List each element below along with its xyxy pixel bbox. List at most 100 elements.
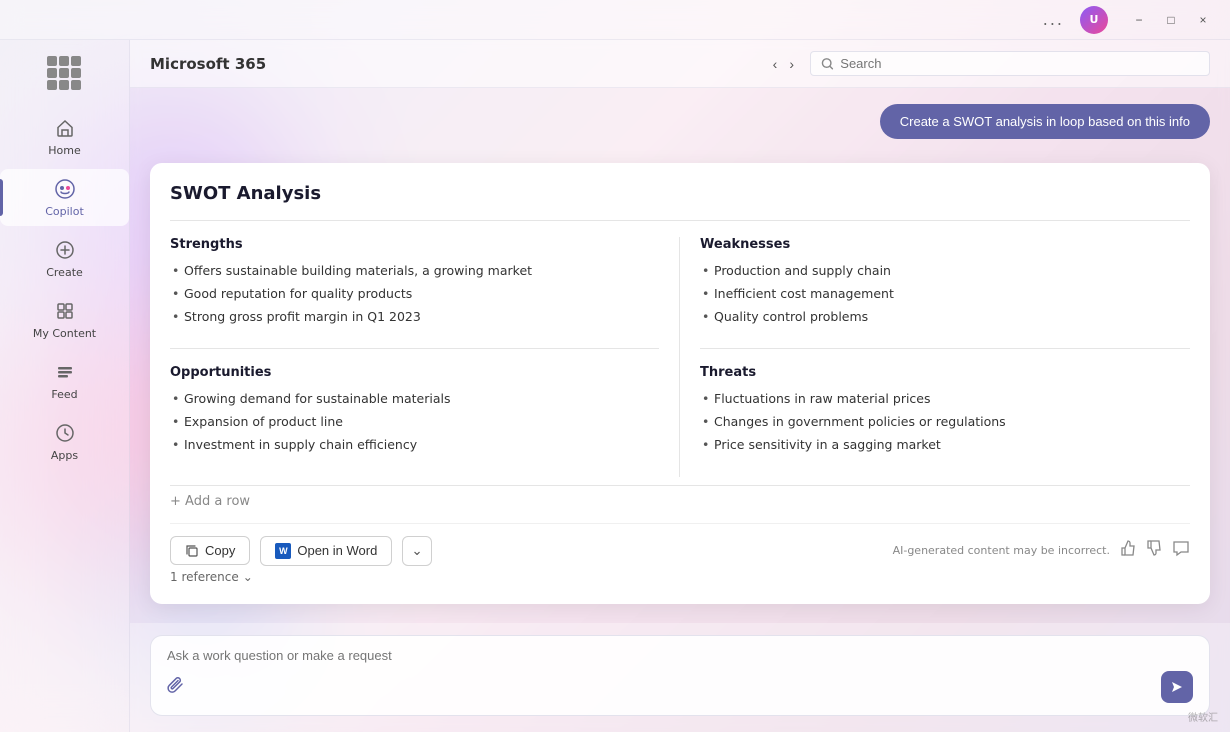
- window-chrome: ... U − □ ×: [0, 0, 1230, 40]
- threats-title: Threats: [700, 365, 1190, 380]
- swot-button-row: Create a SWOT analysis in loop based on …: [150, 104, 1210, 139]
- sidebar-item-home[interactable]: Home: [0, 108, 129, 165]
- wt-divider: [700, 348, 1190, 349]
- list-item: Production and supply chain: [700, 260, 1190, 283]
- list-item: Offers sustainable building materials, a…: [170, 260, 659, 283]
- home-icon: [53, 116, 77, 140]
- sidebar-item-feed[interactable]: Feed: [0, 352, 129, 409]
- list-item: Good reputation for quality products: [170, 283, 659, 306]
- thumbs-up-icon: [1120, 539, 1138, 557]
- swot-card: SWOT Analysis Strengths Offers sustainab…: [150, 163, 1210, 604]
- app-title: Microsoft 365: [150, 55, 266, 73]
- search-input[interactable]: [840, 56, 1199, 71]
- main-container: Home Copilot Create: [0, 40, 1230, 732]
- active-indicator: [0, 179, 3, 216]
- weaknesses-title: Weaknesses: [700, 237, 1190, 252]
- chat-input[interactable]: [167, 648, 1193, 663]
- list-item: Changes in government policies or regula…: [700, 411, 1190, 434]
- top-bar: Microsoft 365 ‹ ›: [130, 40, 1230, 88]
- sidebar-label-apps: Apps: [51, 449, 78, 462]
- sidebar-item-apps[interactable]: Apps: [0, 413, 129, 470]
- sidebar: Home Copilot Create: [0, 40, 130, 732]
- list-item: Quality control problems: [700, 306, 1190, 329]
- opportunities-list: Growing demand for sustainable materials…: [170, 388, 659, 456]
- word-icon: W: [275, 543, 291, 559]
- sidebar-label-create: Create: [46, 266, 83, 279]
- swot-weaknesses-section: Weaknesses Production and supply chain I…: [700, 237, 1190, 328]
- feed-icon: [53, 360, 77, 384]
- search-bar[interactable]: [810, 51, 1210, 76]
- sidebar-item-copilot[interactable]: Copilot: [0, 169, 129, 226]
- open-in-word-button[interactable]: W Open in Word: [260, 536, 392, 566]
- attach-button[interactable]: [167, 676, 185, 699]
- swot-strengths-section: Strengths Offers sustainable building ma…: [170, 237, 659, 328]
- reference-row[interactable]: 1 reference ⌄: [170, 570, 1190, 584]
- send-icon: [1170, 680, 1184, 694]
- list-item: Investment in supply chain efficiency: [170, 434, 659, 457]
- search-icon: [821, 57, 834, 71]
- threats-list: Fluctuations in raw material prices Chan…: [700, 388, 1190, 456]
- create-icon: [53, 238, 77, 262]
- create-swot-loop-button[interactable]: Create a SWOT analysis in loop based on …: [880, 104, 1210, 139]
- comment-icon: [1172, 539, 1190, 557]
- opportunities-title: Opportunities: [170, 365, 659, 380]
- weaknesses-list: Production and supply chain Inefficient …: [700, 260, 1190, 328]
- avatar[interactable]: U: [1080, 6, 1108, 34]
- list-item: Price sensitivity in a sagging market: [700, 434, 1190, 457]
- input-area: [130, 623, 1230, 732]
- window-menu-dots[interactable]: ...: [1043, 10, 1064, 29]
- swot-card-title: SWOT Analysis: [170, 183, 1190, 204]
- swot-grid: Strengths Offers sustainable building ma…: [170, 237, 1190, 477]
- sidebar-label-copilot: Copilot: [45, 205, 84, 218]
- thumbs-up-button[interactable]: [1120, 539, 1138, 562]
- ai-notice: AI-generated content may be incorrect.: [893, 544, 1110, 557]
- chat-area: Create a SWOT analysis in loop based on …: [130, 88, 1230, 623]
- close-button[interactable]: ×: [1188, 8, 1218, 32]
- swot-opportunities-section: Opportunities Growing demand for sustain…: [170, 365, 659, 456]
- feedback-icons: [1120, 539, 1190, 562]
- input-box: [150, 635, 1210, 716]
- strengths-title: Strengths: [170, 237, 659, 252]
- swot-left-column: Strengths Offers sustainable building ma…: [170, 237, 680, 477]
- back-button[interactable]: ‹: [769, 52, 782, 76]
- swot-threats-section: Threats Fluctuations in raw material pri…: [700, 365, 1190, 456]
- swot-title-divider: [170, 220, 1190, 221]
- open-word-dropdown-button[interactable]: ⌄: [402, 536, 431, 566]
- send-button[interactable]: [1161, 671, 1193, 703]
- list-item: Strong gross profit margin in Q1 2023: [170, 306, 659, 329]
- reference-label: 1 reference: [170, 570, 239, 584]
- copy-button[interactable]: Copy: [170, 536, 250, 565]
- sidebar-label-my-content: My Content: [33, 327, 96, 340]
- copilot-icon: [53, 177, 77, 201]
- watermark: 微软汇: [1188, 709, 1218, 724]
- minimize-button[interactable]: −: [1124, 8, 1154, 32]
- thumbs-down-icon: [1146, 539, 1164, 557]
- list-item: Inefficient cost management: [700, 283, 1190, 306]
- maximize-button[interactable]: □: [1156, 8, 1186, 32]
- thumbs-down-button[interactable]: [1146, 539, 1164, 562]
- list-item: Growing demand for sustainable materials: [170, 388, 659, 411]
- sw-divider: [170, 348, 659, 349]
- chevron-down-icon: ⌄: [243, 570, 253, 584]
- card-actions: Copy W Open in Word ⌄ AI-generated conte…: [170, 523, 1190, 566]
- add-row-button[interactable]: + Add a row: [170, 485, 1190, 509]
- sidebar-label-home: Home: [48, 144, 80, 157]
- content-area: Microsoft 365 ‹ › Create a SWOT analysis…: [130, 40, 1230, 732]
- nav-arrows: ‹ ›: [769, 52, 798, 76]
- copy-icon: [185, 544, 199, 558]
- paperclip-icon: [167, 676, 185, 694]
- swot-right-column: Weaknesses Production and supply chain I…: [680, 237, 1190, 477]
- app-grid-icon[interactable]: [47, 56, 83, 92]
- list-item: Expansion of product line: [170, 411, 659, 434]
- strengths-list: Offers sustainable building materials, a…: [170, 260, 659, 328]
- window-controls: − □ ×: [1124, 8, 1218, 32]
- sidebar-item-my-content[interactable]: My Content: [0, 291, 129, 348]
- my-content-icon: [53, 299, 77, 323]
- apps-icon: [53, 421, 77, 445]
- input-bottom-row: [167, 671, 1193, 703]
- sidebar-item-create[interactable]: Create: [0, 230, 129, 287]
- comment-button[interactable]: [1172, 539, 1190, 562]
- sidebar-label-feed: Feed: [51, 388, 77, 401]
- forward-button[interactable]: ›: [785, 52, 798, 76]
- list-item: Fluctuations in raw material prices: [700, 388, 1190, 411]
